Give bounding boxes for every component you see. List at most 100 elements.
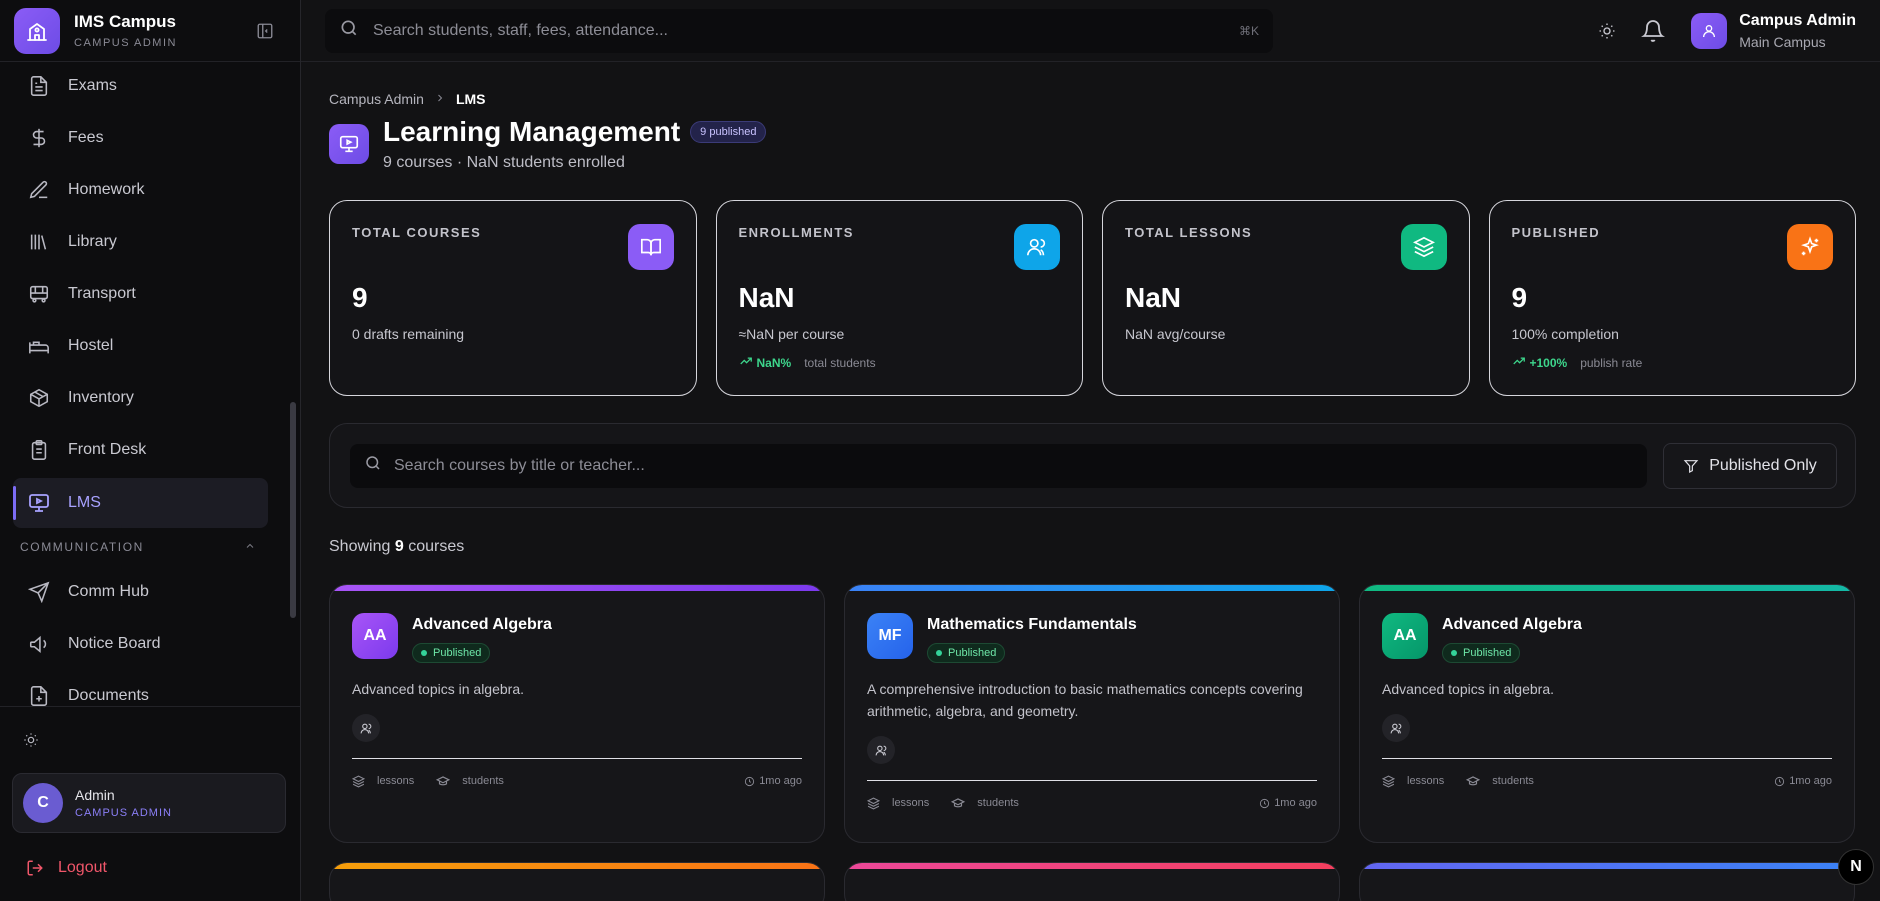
published-only-filter-button[interactable]: Published Only <box>1663 442 1837 489</box>
dollar-icon <box>26 125 52 151</box>
sidebar-header: IMS Campus CAMPUS ADMIN <box>0 0 300 62</box>
topbar-user-campus: Main Campus <box>1739 33 1826 50</box>
shortcut-hint: ⌘K <box>1238 23 1259 38</box>
course-title: Mathematics Fundamentals <box>927 616 1137 633</box>
sidebar-item-label: Fees <box>68 129 104 146</box>
theme-toggle-icon[interactable] <box>1593 17 1621 45</box>
stat-sub: ≈NaN per course <box>738 326 845 342</box>
showing-suffix: courses <box>408 538 465 555</box>
global-search-input[interactable]: Search students, staff, fees, attendance… <box>325 8 1273 53</box>
sidebar-item-exams[interactable]: Exams <box>13 66 268 110</box>
next-dev-button[interactable]: N <box>1838 849 1874 885</box>
showing-prefix: Showing <box>329 538 391 555</box>
collapse-sidebar-icon[interactable] <box>254 20 276 42</box>
course-time: 1mo ago <box>759 775 802 787</box>
stat-card-published: PUBLISHED 9 100% completion +100% publis… <box>1488 200 1856 396</box>
course-description: Advanced topics in algebra. <box>1382 681 1554 697</box>
page-subtitle: 9 courses · NaN students enrolled <box>383 154 625 171</box>
sidebar-item-front-desk[interactable]: Front Desk <box>13 426 268 474</box>
sidebar-item-homework[interactable]: Homework <box>13 166 268 214</box>
status-badge: 9 published <box>690 121 767 143</box>
presentation-icon <box>26 490 52 516</box>
card-accent-strip <box>1360 585 1854 591</box>
scroll-thumb[interactable] <box>290 402 296 618</box>
status-label: Published <box>948 647 997 659</box>
topbar-user[interactable]: Campus Admin Main Campus <box>1739 12 1856 50</box>
status-label: Published <box>433 647 482 659</box>
sidebar-item-comm-hub[interactable]: Comm Hub <box>13 568 268 616</box>
user-role: CAMPUS ADMIN <box>75 807 172 819</box>
clipboard-icon <box>26 437 52 463</box>
sidebar-item-fees[interactable]: Fees <box>13 114 268 162</box>
sidebar-scrollbar[interactable] <box>290 72 296 702</box>
sidebar-item-label: Documents <box>68 687 149 704</box>
stat-value: 9 <box>352 282 368 313</box>
bell-icon[interactable] <box>1639 17 1667 45</box>
stat-value: 9 <box>1511 282 1528 313</box>
user-avatar-icon[interactable] <box>1691 12 1728 49</box>
course-card[interactable]: AA Advanced Algebra Published Advanced t… <box>329 584 825 843</box>
trending-up-icon <box>1512 354 1526 371</box>
status-badge: Published <box>1442 643 1521 663</box>
status-badge: Published <box>412 643 491 663</box>
clock-icon <box>1260 798 1270 808</box>
sidebar-item-hostel[interactable]: Hostel <box>13 322 268 370</box>
main-content: Search students, staff, fees, attendance… <box>301 0 1880 901</box>
sidebar-item-documents[interactable]: Documents <box>13 672 268 706</box>
package-icon <box>26 385 52 411</box>
lessons-label: lessons <box>892 797 930 809</box>
lessons-label: lessons <box>377 775 415 787</box>
card-accent-strip <box>845 863 1339 869</box>
megaphone-icon <box>26 631 52 657</box>
section-label: COMMUNICATION <box>20 540 144 554</box>
stat-sub: 0 drafts remaining <box>352 326 465 342</box>
sidebar-item-library[interactable]: Library <box>13 218 268 266</box>
school-logo-icon <box>14 7 60 54</box>
trend-label: publish rate <box>1580 355 1643 370</box>
stat-sub: NaN avg/course <box>1125 326 1226 342</box>
sidebar-item-label: LMS <box>68 494 101 511</box>
sidebar-item-label: Exams <box>68 77 117 94</box>
presentation-icon <box>329 124 369 164</box>
sidebar-footer: C Admin CAMPUS ADMIN Logout <box>0 706 300 877</box>
teacher-icon <box>1382 714 1410 742</box>
course-search-input[interactable]: Search courses by title or teacher... <box>350 443 1647 488</box>
section-communication[interactable]: COMMUNICATION <box>20 534 256 560</box>
course-search-placeholder: Search courses by title or teacher... <box>394 456 645 474</box>
course-card[interactable]: AA Advanced Algebra Published Advanced t… <box>1359 584 1855 843</box>
course-card[interactable] <box>329 862 825 901</box>
stat-card-enrollments: ENROLLMENTS NaN ≈NaN per course NaN% tot… <box>715 200 1083 396</box>
document-icon <box>26 683 52 706</box>
sidebar: IMS Campus CAMPUS ADMIN Exams Fees Homew… <box>0 0 301 901</box>
sidebar-item-lms[interactable]: LMS <box>13 478 268 528</box>
sidebar-item-label: Hostel <box>68 337 114 354</box>
clock-icon <box>1775 776 1785 786</box>
course-time: 1mo ago <box>1274 797 1317 809</box>
logout-button[interactable]: Logout <box>26 859 300 877</box>
sidebar-item-inventory[interactable]: Inventory <box>13 374 268 422</box>
course-card[interactable] <box>844 862 1340 901</box>
trend-label: total students <box>804 355 876 370</box>
stat-card-total-lessons: TOTAL LESSONS NaN NaN avg/course <box>1102 200 1470 396</box>
layers-icon <box>867 796 880 810</box>
exams-icon <box>26 73 52 99</box>
status-dot <box>421 650 427 656</box>
stat-card-total-courses: TOTAL COURSES 9 0 drafts remaining <box>329 200 697 396</box>
sidebar-item-transport[interactable]: Transport <box>13 270 268 318</box>
sidebar-item-label: Transport <box>68 285 136 302</box>
card-accent-strip <box>845 585 1339 591</box>
course-card[interactable] <box>1359 862 1855 901</box>
course-card[interactable]: MF Mathematics Fundamentals Published A … <box>844 584 1340 843</box>
showing-count: Showing 9 courses <box>329 538 1856 556</box>
topbar: Search students, staff, fees, attendance… <box>301 0 1880 62</box>
breadcrumb-root[interactable]: Campus Admin <box>329 91 424 107</box>
filter-label: Published Only <box>1709 456 1817 474</box>
status-dot <box>1451 650 1457 656</box>
sidebar-item-notice-board[interactable]: Notice Board <box>13 620 268 668</box>
trend-percent: NaN% <box>756 355 792 370</box>
pencil-icon <box>26 177 52 203</box>
sun-icon[interactable] <box>18 727 44 753</box>
sidebar-item-label: Library <box>68 233 117 250</box>
book-open-icon <box>627 224 674 270</box>
user-card[interactable]: C Admin CAMPUS ADMIN <box>12 773 286 833</box>
